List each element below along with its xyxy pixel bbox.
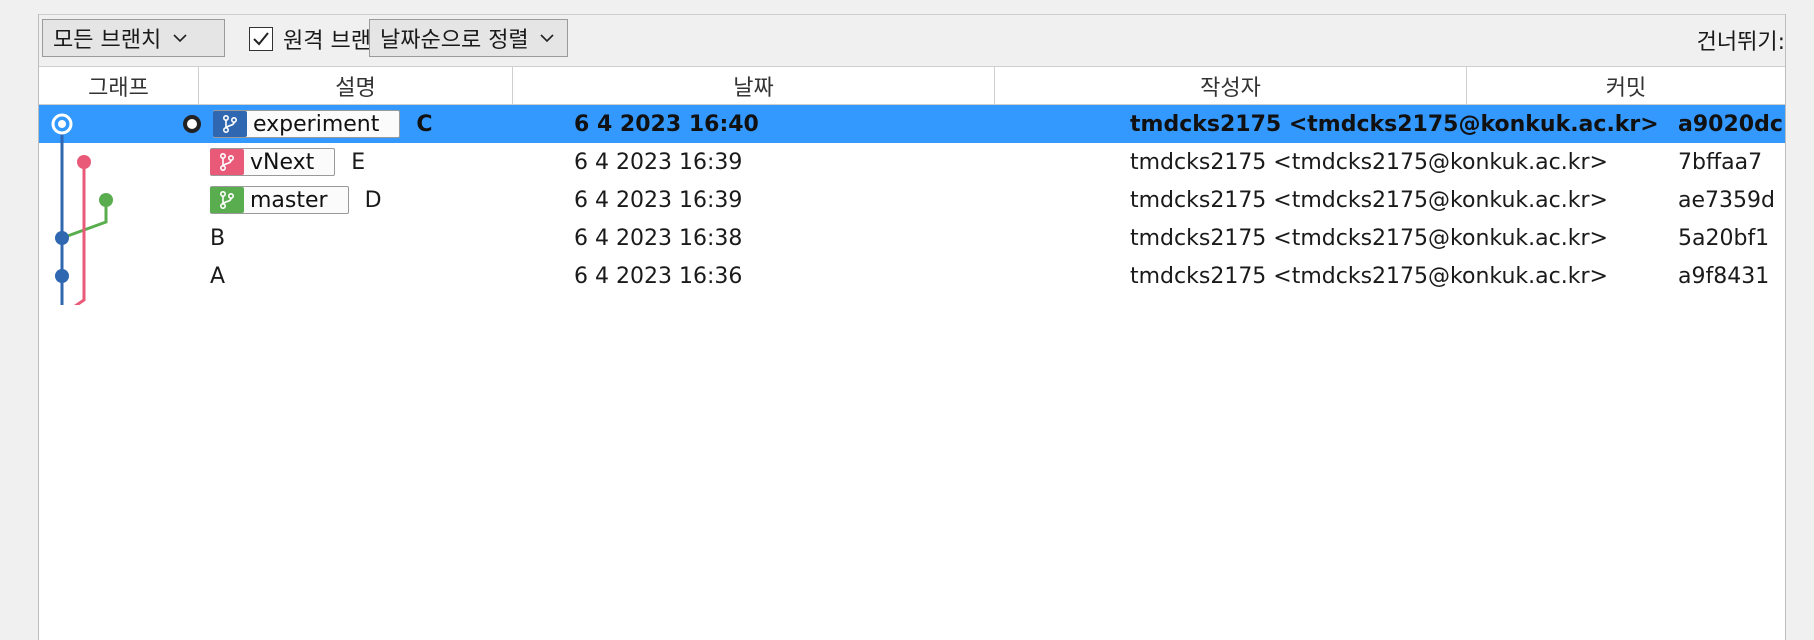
commit-author: tmdcks2175 <tmdcks2175@konkuk.ac.kr> [1130, 263, 1608, 289]
chevron-down-icon [537, 27, 557, 49]
commit-hash: a9f8431 [1678, 263, 1770, 289]
branch-label-master[interactable]: master [210, 186, 349, 214]
commit-hash: 5a20bf1 [1678, 225, 1770, 251]
graph-node-d[interactable] [99, 193, 113, 207]
commit-graph [51, 113, 113, 305]
branch-label-vnext[interactable]: vNext [210, 148, 336, 176]
branch-icon [210, 149, 244, 175]
branch-label-experiment[interactable]: experiment [213, 110, 401, 138]
graph-node-a[interactable] [55, 269, 69, 283]
log-toolbar: 모든 브랜치 원격 브랜치 날짜순으로 정렬 건너뛰기: [39, 15, 1785, 66]
commit-row[interactable]: A 6 4 2023 16:36 tmdcks2175 <tmdcks2175@… [39, 257, 1785, 295]
commit-hash: ae7359d [1678, 187, 1775, 213]
commit-message: C [416, 111, 433, 137]
commit-author: tmdcks2175 <tmdcks2175@konkuk.ac.kr> [1130, 111, 1659, 137]
graph-node-e[interactable] [77, 155, 91, 169]
chevron-down-icon [169, 27, 191, 49]
commit-author: tmdcks2175 <tmdcks2175@konkuk.ac.kr> [1130, 187, 1608, 213]
commit-date: 6 4 2023 16:38 [574, 225, 743, 251]
column-header-author[interactable]: 작성자 [995, 67, 1467, 104]
commit-message: E [351, 149, 366, 175]
commit-row[interactable]: experiment C 6 4 2023 16:40 tmdcks2175 <… [39, 105, 1785, 143]
branch-filter-value: 모든 브랜치 [53, 28, 162, 53]
commit-date: 6 4 2023 16:39 [574, 187, 743, 213]
branch-filter-dropdown[interactable]: 모든 브랜치 [42, 19, 225, 57]
commit-author: tmdcks2175 <tmdcks2175@konkuk.ac.kr> [1130, 225, 1608, 251]
commit-message: B [210, 225, 226, 251]
column-header-description[interactable]: 설명 [199, 67, 513, 104]
commit-row[interactable]: B 6 4 2023 16:38 tmdcks2175 <tmdcks2175@… [39, 219, 1785, 257]
branch-name: master [250, 187, 328, 213]
branch-icon [213, 111, 247, 137]
sort-order-dropdown[interactable]: 날짜순으로 정렬 [369, 19, 568, 57]
commit-row[interactable]: vNext E 6 4 2023 16:39 tmdcks2175 <tmdck… [39, 143, 1785, 181]
graph-node-b[interactable] [55, 231, 69, 245]
description-cell: experiment C [183, 105, 433, 143]
branch-name: vNext [250, 149, 315, 175]
top-strip [0, 0, 1814, 15]
commit-hash: 7bffaa7 [1678, 149, 1763, 175]
column-header-date[interactable]: 날짜 [513, 67, 995, 104]
commit-message: A [210, 263, 226, 289]
remote-branches-checkbox[interactable] [249, 27, 273, 51]
column-header-commit[interactable]: 커밋 [1467, 67, 1785, 104]
commit-date: 6 4 2023 16:40 [574, 111, 759, 137]
commit-row[interactable]: master D 6 4 2023 16:39 tmdcks2175 <tmdc… [39, 181, 1785, 219]
sort-order-value: 날짜순으로 정렬 [380, 28, 529, 53]
graph-node-head-center [58, 120, 66, 128]
vertical-scrollbar-area[interactable] [1785, 14, 1814, 640]
commit-hash: a9020dc [1678, 111, 1783, 137]
description-cell: vNext E [210, 143, 365, 181]
commit-author: tmdcks2175 <tmdcks2175@konkuk.ac.kr> [1130, 149, 1608, 175]
column-header-graph[interactable]: 그래프 [39, 67, 199, 104]
commit-message: D [364, 187, 382, 213]
branch-icon [210, 187, 244, 213]
commit-date: 6 4 2023 16:39 [574, 149, 743, 175]
commit-log-grid: 그래프 설명 날짜 작성자 커밋 experiment C 6 4 2023 1… [39, 66, 1785, 640]
left-gutter [0, 14, 39, 640]
commit-date: 6 4 2023 16:36 [574, 263, 743, 289]
skip-label: 건너뛰기: [1696, 30, 1785, 55]
description-cell: master D [210, 181, 382, 219]
column-header-row: 그래프 설명 날짜 작성자 커밋 [39, 66, 1785, 105]
branch-name: experiment [253, 111, 380, 137]
